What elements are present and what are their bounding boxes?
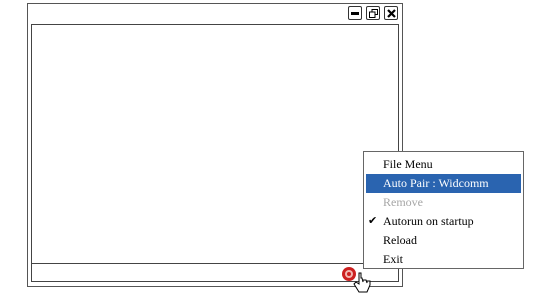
minimize-button[interactable]	[348, 6, 362, 20]
close-button[interactable]	[384, 6, 398, 20]
minimize-icon	[351, 12, 359, 15]
menu-item-reload[interactable]: Reload	[364, 231, 523, 250]
pointer-cursor-icon	[353, 272, 371, 293]
menu-item-label: Reload	[383, 233, 417, 247]
restore-button[interactable]	[366, 6, 380, 20]
restore-icon	[368, 8, 378, 18]
menu-item-label: Exit	[383, 252, 403, 266]
menu-item-auto-pair[interactable]: Auto Pair : Widcomm	[366, 174, 521, 193]
close-icon	[386, 8, 396, 18]
client-area	[31, 24, 399, 282]
menu-item-label: Autorun on startup	[383, 214, 474, 228]
checkmark-icon: ✔	[368, 215, 378, 227]
menu-item-label: Auto Pair : Widcomm	[383, 176, 489, 190]
menu-item-autorun[interactable]: ✔ Autorun on startup	[364, 212, 523, 231]
menu-item-label: Remove	[383, 195, 423, 209]
app-window	[27, 3, 403, 287]
title-bar[interactable]	[28, 4, 402, 23]
menu-item-label: File Menu	[383, 157, 433, 171]
menu-item-file-menu[interactable]: File Menu	[364, 155, 523, 174]
context-menu: File Menu Auto Pair : Widcomm Remove ✔ A…	[363, 151, 524, 269]
menu-item-remove: Remove	[364, 193, 523, 212]
menu-item-exit[interactable]: Exit	[364, 250, 523, 269]
